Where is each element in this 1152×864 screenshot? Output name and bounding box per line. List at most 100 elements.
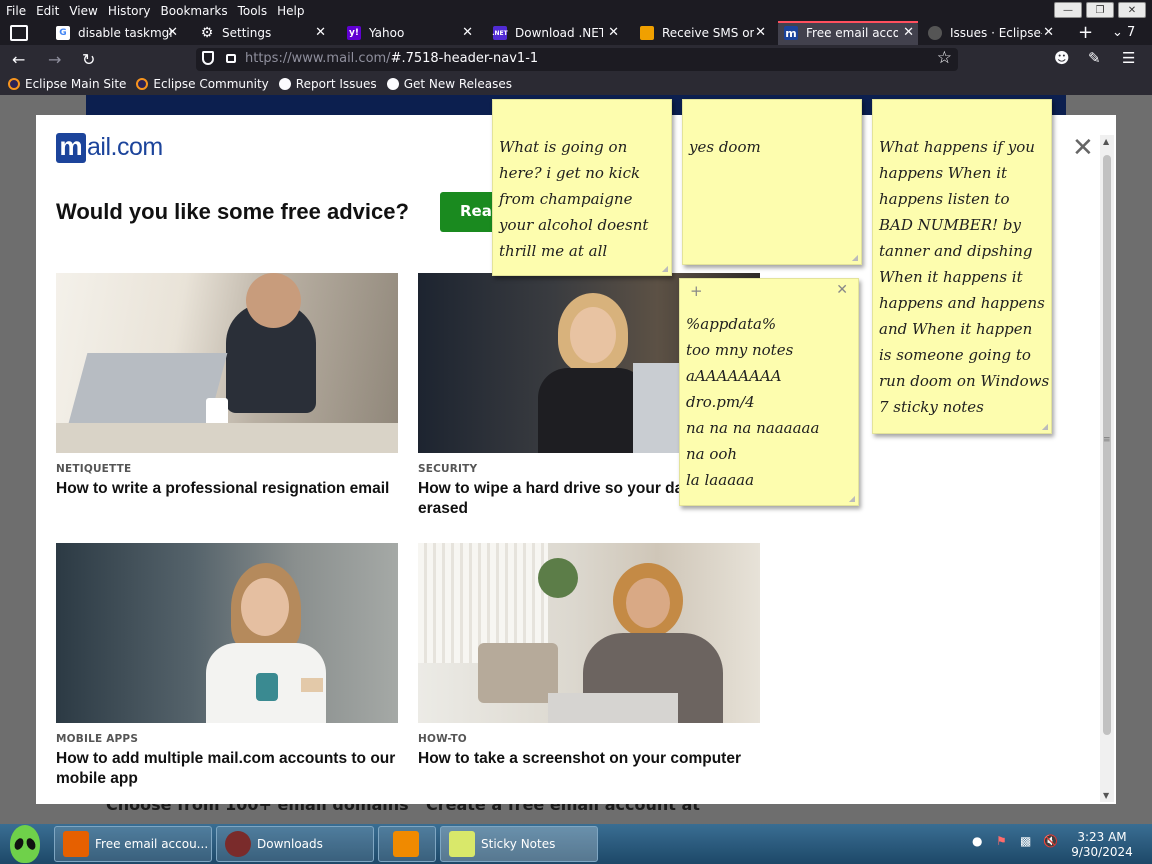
sms-icon [640,26,654,40]
article-title[interactable]: How to take a screenshot on your compute… [418,749,760,769]
close-tab-icon[interactable]: ✕ [315,25,326,40]
delete-note-button[interactable]: ✕ [836,282,848,298]
article-image-woman-phone[interactable] [56,543,398,723]
article-card-resignation[interactable]: NETIQUETTE How to write a professional r… [56,273,398,499]
start-button[interactable] [4,824,46,864]
close-tab-icon[interactable]: ✕ [462,25,473,40]
tab-list-icon[interactable] [10,25,28,41]
sticky-note-champagne[interactable]: What is going on here? i get no kick fro… [492,99,672,276]
article-title[interactable]: How to write a professional resignation … [56,479,398,499]
url-bar[interactable]: https://www.mail.com/#.7518-header-nav1-… [196,48,958,71]
account-icon[interactable]: ☻ [1054,49,1070,67]
new-note-button[interactable]: + [690,282,703,300]
sticky-note-text[interactable]: What is going on here? i get no kick fro… [499,134,648,264]
eclipse-icon [136,78,149,90]
menu-tools[interactable]: Tools [233,4,273,18]
article-title[interactable]: How to add multiple mail.com accounts to… [56,749,398,789]
new-tab-button[interactable]: + [1078,22,1093,43]
close-tab-icon[interactable]: ✕ [903,25,914,40]
network-icon[interactable]: ▩ [1020,834,1031,848]
url-text[interactable]: https://www.mail.com/#.7518-header-nav1-… [245,51,538,66]
tab-yahoo[interactable]: y! Yahoo ✕ [347,21,477,45]
close-tab-icon[interactable]: ✕ [1043,25,1054,40]
minimize-button[interactable]: — [1054,2,1082,18]
resize-grip-icon[interactable]: ◢ [1042,422,1048,431]
person-blazer [538,368,648,453]
scrollbar-thumb[interactable] [1103,155,1111,735]
tab-settings[interactable]: ⚙ Settings ✕ [200,21,330,45]
forward-button[interactable]: → [48,50,61,69]
tracking-protection-shield-icon[interactable] [202,51,214,65]
taskbar-downloads[interactable]: Downloads [216,826,374,862]
tab-disable-taskmgr[interactable]: G disable taskmgr ✕ [56,21,182,45]
action-center-icon[interactable]: ⚑ [996,834,1007,848]
tab-overflow-count: 7 [1127,25,1136,40]
laptop-shape [548,693,678,723]
bookmark-report-issues[interactable]: Report Issues [278,77,377,91]
close-window-button[interactable]: ✕ [1118,2,1146,18]
menu-history[interactable]: History [103,4,156,18]
system-clock[interactable]: 3:23 AM 9/30/2024 [1062,830,1142,860]
taskbar-media-player[interactable] [378,826,436,862]
taskbar-firefox[interactable]: Free email accou... [54,826,212,862]
sticky-note-text[interactable]: What happens if you happens When it happ… [879,134,1049,420]
sticky-note-text[interactable]: %appdata% too mny notes aAAAAAAAA dro.pm… [686,311,819,493]
sticky-note-yes-doom[interactable]: yes doom ◢ [682,99,862,265]
menu-help[interactable]: Help [272,4,309,18]
plant-shape [538,558,578,598]
taskbar-sticky-notes[interactable]: Sticky Notes [440,826,598,862]
tab-receive-sms[interactable]: Receive SMS onli ✕ [640,21,770,45]
close-tab-icon[interactable]: ✕ [755,25,766,40]
mug-shape [256,673,278,701]
scroll-up-icon[interactable]: ▲ [1103,137,1109,146]
firefox-icon [63,831,89,857]
resize-grip-icon[interactable]: ◢ [662,264,668,273]
article-image-laptop-man[interactable] [56,273,398,453]
article-card-screenshot[interactable]: HOW-TO How to take a screenshot on your … [418,543,760,769]
taskbar-label: Downloads [257,837,323,851]
close-modal-icon[interactable]: ✕ [1072,133,1094,163]
yahoo-icon: y! [347,26,361,40]
bookmark-get-new-releases[interactable]: Get New Releases [386,77,512,91]
app-menu-icon[interactable]: ☰ [1122,49,1135,67]
tab-label: Download .NET F [515,26,603,40]
tab-download-dotnet[interactable]: .NET Download .NET F ✕ [492,21,623,45]
tab-issues-eclipse[interactable]: Issues · Eclipse-C ✕ [928,21,1058,45]
sticky-note-text[interactable]: yes doom [689,134,761,160]
volume-muted-icon[interactable]: 🔇 [1043,834,1058,848]
bookmark-eclipse-main-site[interactable]: Eclipse Main Site [8,77,126,91]
close-tab-icon[interactable]: ✕ [167,25,178,40]
mailcom-logo[interactable]: m ail.com [56,133,168,163]
list-all-tabs-button[interactable]: ⌄ 7 [1112,25,1135,40]
close-tab-icon[interactable]: ✕ [608,25,619,40]
back-button[interactable]: ← [12,50,25,69]
bookmark-star-icon[interactable]: ☆ [937,48,952,68]
menu-bookmarks[interactable]: Bookmarks [156,4,233,18]
dotnet-icon: .NET [492,26,508,40]
resize-grip-icon[interactable]: ◢ [849,494,855,503]
menu-file[interactable]: File [0,4,31,18]
lock-icon[interactable] [226,54,236,63]
reload-button[interactable]: ↻ [82,50,95,69]
menu-view[interactable]: View [64,4,102,18]
restore-button[interactable]: ❐ [1086,2,1114,18]
clock-date: 9/30/2024 [1071,845,1133,859]
tab-label: Free email accou [806,26,898,40]
bookmark-eclipse-community[interactable]: Eclipse Community [136,77,269,91]
tab-bar: G disable taskmgr ✕ ⚙ Settings ✕ y! Yaho… [0,21,1152,45]
article-image-woman-sofa[interactable] [418,543,760,723]
github-icon [386,78,399,90]
downloads-icon [225,831,251,857]
tab-free-email[interactable]: m Free email accou ✕ [778,21,918,45]
sticky-note-appdata[interactable]: + ✕ %appdata% too mny notes aAAAAAAAA dr… [679,278,859,506]
tab-label: Settings [222,26,272,40]
tab-label: disable taskmgr [78,26,175,40]
modal-scrollbar[interactable]: ▲ ≡ ▼ [1100,135,1114,802]
article-card-mobile-app[interactable]: MOBILE APPS How to add multiple mail.com… [56,543,398,789]
menu-edit[interactable]: Edit [31,4,64,18]
extensions-icon[interactable]: ✎ [1088,49,1101,67]
scroll-down-icon[interactable]: ▼ [1103,791,1109,800]
resize-grip-icon[interactable]: ◢ [852,253,858,262]
sticky-note-what-happens[interactable]: What happens if you happens When it happ… [872,99,1052,434]
tray-notification-icon[interactable]: ● [972,834,982,848]
